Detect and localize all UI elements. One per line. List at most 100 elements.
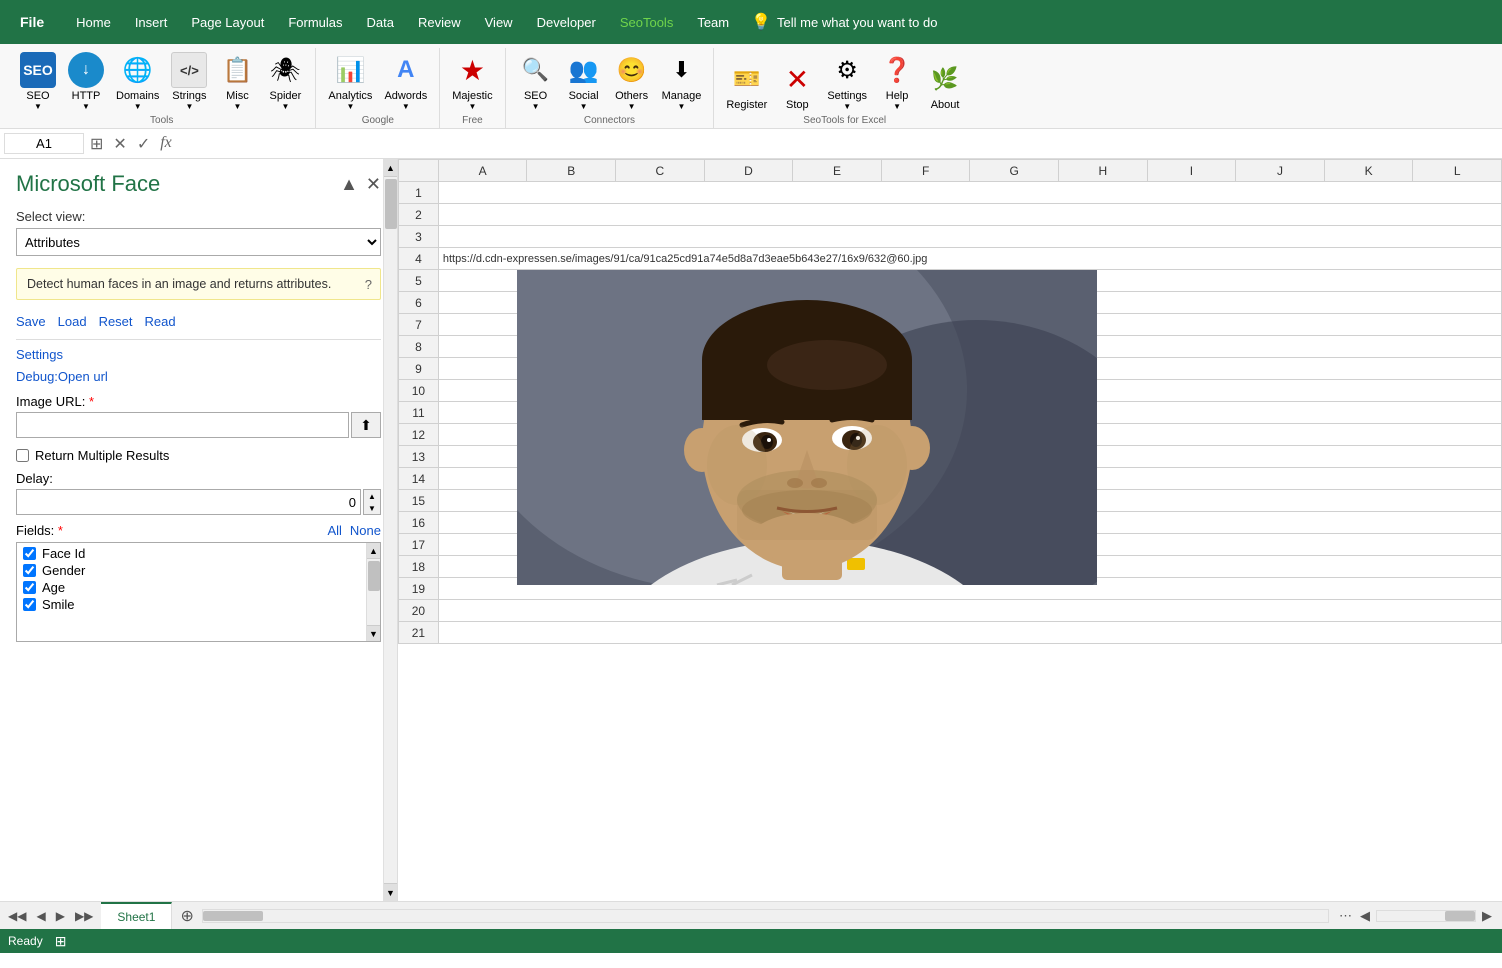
ribbon-strings[interactable]: </> Strings ▼ — [167, 50, 211, 113]
menu-review[interactable]: Review — [406, 0, 473, 44]
spreadsheet-area: A B C D E F G H I J K L — [398, 159, 1502, 901]
seotools-group-label: SeoTools for Excel — [803, 115, 886, 126]
field-gender-checkbox[interactable] — [23, 564, 36, 577]
col-header-a[interactable]: A — [438, 160, 527, 182]
cell-a20[interactable] — [438, 600, 1501, 622]
ribbon-domains[interactable]: 🌐 Domains ▼ — [112, 50, 163, 113]
field-smile-checkbox[interactable] — [23, 598, 36, 611]
delay-input[interactable]: 0 — [16, 489, 361, 515]
col-header-d[interactable]: D — [704, 160, 793, 182]
ribbon-group-seotools: 🎫 Register ✕ Stop ⚙ Settings ▼ ❓ Help — [714, 48, 975, 128]
sheet-tab-sheet1[interactable]: Sheet1 — [101, 902, 172, 929]
h-scrollbar[interactable] — [202, 909, 1329, 923]
fields-none-link[interactable]: None — [350, 523, 381, 538]
sidebar-scroll-down-btn[interactable]: ▼ — [384, 883, 397, 901]
cell-a1[interactable] — [438, 182, 1501, 204]
sheet-nav: ◀◀ ◀ ▶ ▶▶ — [0, 902, 101, 929]
cell-a4[interactable]: https://d.cdn-expressen.se/images/91/ca/… — [438, 248, 1501, 270]
return-multiple-checkbox[interactable] — [16, 449, 29, 462]
h-scrollbar-right[interactable] — [1376, 910, 1476, 922]
col-header-e[interactable]: E — [793, 160, 882, 182]
ribbon-seo[interactable]: SEO SEO ▼ — [16, 50, 60, 113]
sidebar-scroll-up-icon[interactable]: ▲ — [340, 174, 358, 195]
menu-formulas[interactable]: Formulas — [276, 0, 354, 44]
tell-me-bar[interactable]: 💡 Tell me what you want to do — [751, 12, 937, 32]
sheet-nav-last[interactable]: ▶▶ — [71, 907, 97, 925]
col-header-h[interactable]: H — [1059, 160, 1148, 182]
cell-a2[interactable] — [438, 204, 1501, 226]
cell-a21[interactable] — [438, 622, 1501, 644]
ribbon-misc[interactable]: 📋 Misc ▼ — [215, 50, 259, 113]
col-header-b[interactable]: B — [527, 160, 616, 182]
sidebar-scroll-up-btn[interactable]: ▲ — [384, 159, 397, 177]
ribbon-others[interactable]: 😊 Others ▼ — [610, 50, 654, 113]
formula-expand-icon[interactable]: ⊞ — [88, 132, 105, 156]
ribbon-analytics[interactable]: 📊 Analytics ▼ — [324, 50, 376, 113]
info-help-icon[interactable]: ? — [365, 277, 372, 292]
image-url-picker-button[interactable]: ⬆ — [351, 412, 381, 438]
sidebar-close-icon[interactable]: ✕ — [366, 174, 381, 195]
ribbon-http[interactable]: ↓ HTTP ▼ — [64, 50, 108, 113]
col-header-g[interactable]: G — [970, 160, 1059, 182]
col-header-c[interactable]: C — [616, 160, 705, 182]
fields-scroll-up-btn[interactable]: ▲ — [367, 543, 380, 559]
menu-developer[interactable]: Developer — [525, 0, 608, 44]
image-url-input[interactable] — [16, 412, 349, 438]
sheet-scroll-right-btn[interactable]: ▶ — [1480, 906, 1494, 926]
delay-down-button[interactable]: ▼ — [364, 502, 380, 514]
menu-seotools[interactable]: SeoTools — [608, 0, 685, 44]
save-link[interactable]: Save — [16, 314, 46, 329]
fields-all-link[interactable]: All — [327, 523, 341, 538]
field-face-id-checkbox[interactable] — [23, 547, 36, 560]
load-link[interactable]: Load — [58, 314, 87, 329]
ribbon-majestic[interactable]: ★ Majestic ▼ — [448, 50, 496, 113]
select-view-dropdown[interactable]: Attributes — [16, 228, 381, 256]
cell-reference[interactable] — [4, 133, 84, 154]
sheet-nav-prev[interactable]: ◀ — [32, 907, 49, 925]
fields-scrollbar[interactable]: ▲ ▼ — [366, 543, 380, 641]
col-header-k[interactable]: K — [1324, 160, 1413, 182]
sidebar-scrollbar[interactable]: ▲ ▼ — [383, 159, 397, 901]
formula-cancel-icon[interactable]: ✕ — [111, 132, 128, 156]
ribbon-stop[interactable]: ✕ Stop — [775, 59, 819, 113]
sheet-nav-first[interactable]: ◀◀ — [4, 907, 30, 925]
sheet-add-button[interactable]: ⊕ — [172, 902, 201, 929]
formula-fx-icon[interactable]: fx — [158, 132, 174, 156]
delay-up-button[interactable]: ▲ — [364, 490, 380, 502]
ribbon-register[interactable]: 🎫 Register — [722, 59, 771, 113]
ribbon-spider[interactable]: 🕷 Spider ▼ — [263, 50, 307, 113]
formula-input[interactable] — [178, 134, 1498, 153]
col-header-j[interactable]: J — [1236, 160, 1325, 182]
ribbon-settings[interactable]: ⚙ Settings ▼ — [823, 50, 871, 113]
read-link[interactable]: Read — [145, 314, 176, 329]
others-icon: 😊 — [614, 52, 650, 88]
menu-data[interactable]: Data — [355, 0, 406, 44]
sheet-options-btn[interactable]: ⋯ — [1337, 906, 1354, 926]
menu-view[interactable]: View — [473, 0, 525, 44]
formula-confirm-icon[interactable]: ✓ — [135, 132, 152, 156]
ribbon-about[interactable]: 🌿 About — [923, 59, 967, 113]
reset-link[interactable]: Reset — [99, 314, 133, 329]
ribbon-manage[interactable]: ⬇ Manage ▼ — [658, 50, 706, 113]
col-header-i[interactable]: I — [1147, 160, 1236, 182]
menu-insert[interactable]: Insert — [123, 0, 180, 44]
settings-link[interactable]: Settings — [16, 347, 63, 362]
menu-page-layout[interactable]: Page Layout — [179, 0, 276, 44]
ribbon-help[interactable]: ❓ Help ▼ — [875, 50, 919, 113]
file-menu[interactable]: File — [0, 0, 64, 44]
ribbon-social[interactable]: 👥 Social ▼ — [562, 50, 606, 113]
cell-a3[interactable] — [438, 226, 1501, 248]
sheet-nav-next[interactable]: ▶ — [52, 907, 69, 925]
ribbon-adwords[interactable]: A Adwords ▼ — [380, 50, 431, 113]
col-header-l[interactable]: L — [1413, 160, 1502, 182]
spreadsheet-wrapper[interactable]: A B C D E F G H I J K L — [398, 159, 1502, 901]
col-header-f[interactable]: F — [881, 160, 970, 182]
fields-scroll-down-btn[interactable]: ▼ — [367, 625, 380, 641]
sheet-scroll-left-btn[interactable]: ◀ — [1358, 906, 1372, 926]
debug-link[interactable]: Debug:Open url — [16, 369, 108, 384]
menu-home[interactable]: Home — [64, 0, 123, 44]
field-age-checkbox[interactable] — [23, 581, 36, 594]
required-star: * — [89, 394, 94, 409]
menu-team[interactable]: Team — [685, 0, 741, 44]
ribbon-seo2[interactable]: 🔍 SEO ▼ — [514, 50, 558, 113]
